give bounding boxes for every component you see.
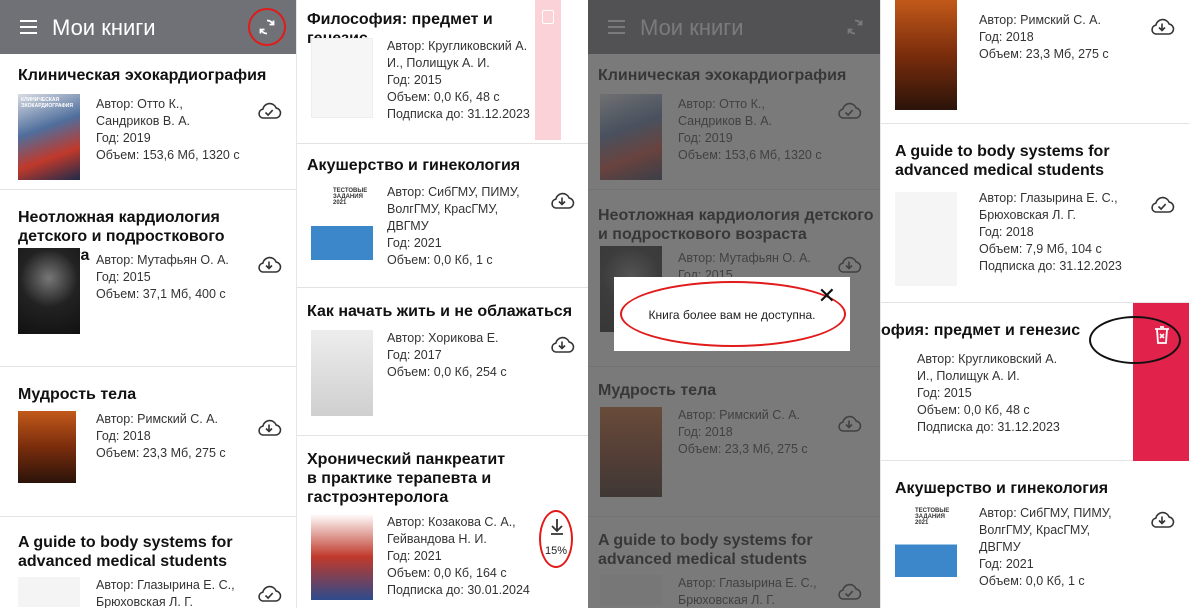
- book-cover: [895, 192, 957, 286]
- book-cover: КЛИНИЧЕСКАЯ ЭХОКАРДИОГРАФИЯ: [18, 94, 80, 180]
- book-meta: Автор: Глазырина Е. С., Брюховская Л. Г.: [96, 578, 235, 608]
- cloud-download-icon[interactable]: [256, 417, 282, 437]
- list-item[interactable]: Неотложная кардиология детского и подрос…: [0, 190, 296, 367]
- close-icon[interactable]: ✕: [818, 283, 836, 309]
- highlight-ellipse: [1089, 316, 1181, 364]
- book-title: офия: предмет и генезис: [881, 322, 1081, 339]
- list-item[interactable]: Мудрость тела Автор: Римский С. А. Год: …: [0, 367, 296, 517]
- book-meta: Автор: Мутафьян О. А. Год: 2015 Объем: 3…: [96, 253, 229, 301]
- book-meta: Автор: Хорикова Е. Год: 2017 Объем: 0,0 …: [387, 331, 507, 379]
- list-item[interactable]: Клиническая эхокардиография КЛИНИЧЕСКАЯ …: [0, 54, 296, 190]
- book-title: Мудрость тела: [18, 386, 137, 403]
- app-title: Мои книги: [52, 15, 156, 40]
- book-meta: Автор: Кругликовский А. И., Полищук А. И…: [387, 39, 530, 121]
- cloud-check-icon[interactable]: [256, 583, 282, 603]
- screen-book-unavailable: Мои книги Клиническая эхокардиография Ав…: [588, 0, 880, 608]
- book-title: Акушерство и гинекология: [307, 157, 521, 174]
- list-item[interactable]: Акушерство и гинекология ТЕСТОВЫЕ ЗАДАНИ…: [297, 144, 588, 288]
- list-item[interactable]: A guide to body systems for advanced med…: [0, 517, 296, 608]
- book-cover: ТЕСТОВЫЕ ЗАДАНИЯ 2021: [895, 505, 957, 577]
- screen-my-books: Мои книги Клиническая эхокардиография КЛ…: [0, 0, 296, 608]
- hamburger-icon[interactable]: [20, 20, 37, 34]
- download-progress-indicator[interactable]: 15%: [539, 510, 573, 568]
- book-title: A guide to body systems for advanced med…: [18, 534, 233, 570]
- book-cover: [895, 0, 957, 110]
- book-cover: ТЕСТОВЫЕ ЗАДАНИЯ 2021: [311, 184, 373, 260]
- list-item[interactable]: Акушерство и гинекология ТЕСТОВЫЕ ЗАДАНИ…: [881, 461, 1189, 608]
- book-meta: Автор: Римский С. А. Год: 2018 Объем: 23…: [979, 13, 1109, 61]
- book-meta: Автор: Козакова С. А., Гейвандова Н. И. …: [387, 515, 530, 597]
- list-item[interactable]: A guide to body systems for advanced med…: [881, 124, 1189, 303]
- book-meta: Автор: Римский С. А. Год: 2018 Объем: 23…: [96, 412, 226, 460]
- download-percent: 15%: [545, 545, 568, 557]
- book-cover: [311, 38, 373, 118]
- book-title: A guide to body systems for advanced med…: [895, 143, 1110, 179]
- book-title: Как начать жить и не облажаться: [307, 303, 573, 320]
- book-title: Акушерство и гинекология: [895, 480, 1109, 497]
- book-meta: Автор: СибГМУ, ПИМУ, ВолгГМУ, КрасГМУ, Д…: [979, 506, 1112, 588]
- book-meta: Автор: Кругликовский А. И., Полищук А. И…: [917, 352, 1060, 434]
- book-cover: [18, 411, 76, 483]
- list-item[interactable]: Философия: предмет и генезис Автор: Круг…: [297, 0, 588, 144]
- list-item[interactable]: Как начать жить и не облажаться Автор: Х…: [297, 288, 588, 436]
- cloud-check-icon[interactable]: [1149, 194, 1175, 214]
- book-meta: Автор: Отто К., Сандриков В. А. Год: 201…: [96, 97, 240, 162]
- list-item[interactable]: Хронический панкреатит в практике терапе…: [297, 436, 588, 608]
- book-cover: [311, 330, 373, 416]
- screen-swipe-delete: Автор: Римский С. А. Год: 2018 Объем: 23…: [880, 0, 1189, 608]
- download-arrow-icon: [551, 519, 563, 535]
- sync-button[interactable]: [248, 8, 286, 46]
- book-cover: [18, 577, 80, 607]
- cloud-download-icon[interactable]: [1149, 509, 1175, 529]
- book-meta: Автор: СибГМУ, ПИМУ, ВолгГМУ, КрасГМУ, Д…: [387, 185, 520, 267]
- dialog-message: Книга более вам не доступна.: [648, 308, 816, 322]
- screen-my-books-scrolled: Философия: предмет и генезис Автор: Круг…: [296, 0, 588, 608]
- app-bar: Мои книги: [0, 0, 296, 54]
- cloud-download-icon[interactable]: [549, 190, 575, 210]
- book-title: Хронический панкреатит в практике терапе…: [307, 451, 506, 506]
- cloud-download-icon[interactable]: [549, 334, 575, 354]
- book-cover: [311, 514, 373, 600]
- book-cover: [18, 248, 80, 334]
- cloud-download-icon[interactable]: [256, 254, 282, 274]
- list-item[interactable]: Автор: Римский С. А. Год: 2018 Объем: 23…: [881, 0, 1189, 124]
- unavailable-dialog: Книга более вам не доступна. ✕: [614, 277, 850, 351]
- cloud-download-icon[interactable]: [1149, 16, 1175, 36]
- sync-icon: [259, 19, 275, 35]
- book-title: Клиническая эхокардиография: [18, 67, 267, 84]
- book-meta: Автор: Глазырина Е. С., Брюховская Л. Г.…: [979, 191, 1122, 273]
- cloud-check-icon[interactable]: [256, 100, 282, 120]
